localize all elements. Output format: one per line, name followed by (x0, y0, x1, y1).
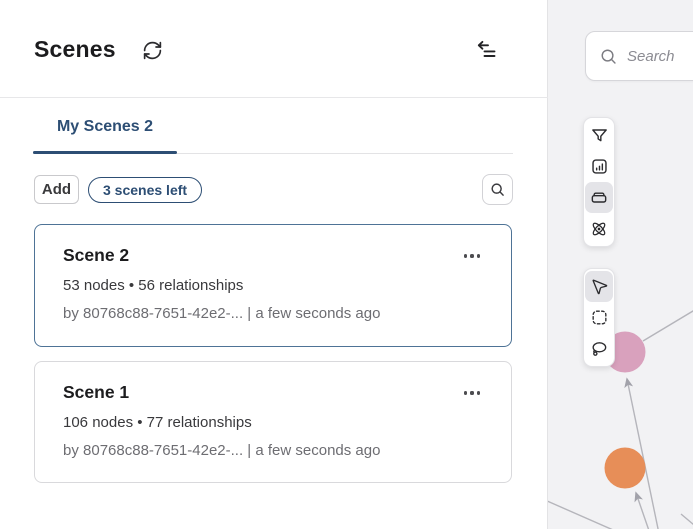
graph-search-input[interactable] (627, 48, 693, 65)
scene-name: Scene 2 (63, 245, 483, 266)
chart-icon (590, 157, 609, 176)
scene-search-button[interactable] (482, 174, 513, 205)
graph-toolbar (583, 117, 615, 247)
scene-byline: by 80768c88-7651-42e2-... | a few second… (63, 442, 483, 459)
graph-canvas-panel (548, 0, 693, 529)
tool-pointer[interactable] (585, 271, 613, 302)
drawer-icon (589, 188, 609, 208)
refresh-icon (142, 40, 163, 61)
add-scene-button[interactable]: Add (34, 175, 79, 204)
tabs-bar: My Scenes 2 (0, 98, 548, 155)
graph-search-box (585, 31, 693, 81)
filter-icon (590, 126, 609, 145)
graph-edge (548, 497, 620, 529)
scene-byline: by 80768c88-7651-42e2-... | a few second… (63, 305, 483, 322)
graph-edge (643, 308, 693, 341)
selection-toolbar (583, 268, 615, 367)
search-icon (489, 181, 506, 198)
collapse-panel-button[interactable] (472, 38, 500, 64)
active-tab-underline (33, 151, 177, 155)
scenes-panel: Scenes My Scenes 2 Add 3 scenes left (0, 0, 548, 529)
lasso-icon (589, 339, 609, 359)
scenes-quota-badge: 3 scenes left (88, 177, 202, 203)
refresh-button[interactable] (141, 39, 163, 61)
actions-row: Add 3 scenes left (0, 155, 548, 215)
panel-header: Scenes (0, 0, 547, 97)
more-options-icon (464, 254, 480, 257)
tool-drawer[interactable] (585, 182, 613, 213)
tool-atom[interactable] (585, 213, 613, 244)
marquee-icon (590, 308, 609, 327)
graph-edge (681, 514, 693, 529)
pointer-icon (590, 277, 609, 296)
scene-card-scene-2[interactable]: Scene 2 53 nodes • 56 relationships by 8… (34, 224, 512, 347)
orange-node[interactable] (605, 448, 646, 489)
scene-meta: 106 nodes • 77 relationships (63, 414, 483, 431)
atom-icon (589, 219, 609, 239)
page-title: Scenes (34, 36, 116, 63)
tab-my-scenes-label: My Scenes 2 (57, 118, 153, 135)
tool-filter[interactable] (585, 120, 613, 151)
more-options-button[interactable] (459, 247, 485, 265)
tool-lasso[interactable] (585, 333, 613, 364)
tool-chart[interactable] (585, 151, 613, 182)
scene-name: Scene 1 (63, 382, 483, 403)
more-options-icon (464, 391, 480, 394)
scene-meta: 53 nodes • 56 relationships (63, 277, 483, 294)
search-icon (599, 47, 618, 66)
tool-marquee[interactable] (585, 302, 613, 333)
tab-my-scenes[interactable]: My Scenes 2 (33, 118, 177, 136)
collapse-panel-icon (473, 39, 499, 63)
more-options-button[interactable] (459, 384, 485, 402)
scene-card-scene-1[interactable]: Scene 1 106 nodes • 77 relationships by … (34, 361, 512, 483)
